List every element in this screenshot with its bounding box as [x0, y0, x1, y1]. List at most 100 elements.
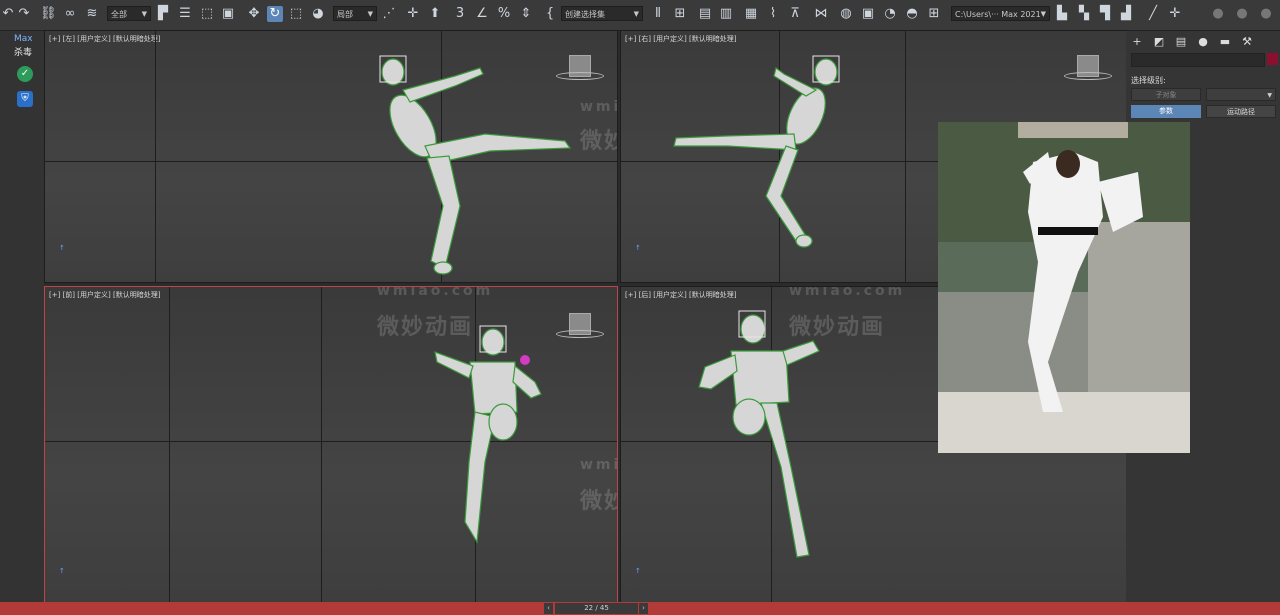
render-frame-icon[interactable]: ◔: [882, 6, 898, 22]
move-icon[interactable]: ✥: [246, 6, 262, 22]
viewport-menu-button[interactable]: [+]: [625, 35, 636, 43]
viewport-lighting-button[interactable]: [默认明暗处理]: [689, 35, 736, 43]
curve-editor-icon[interactable]: ⌇: [765, 6, 781, 22]
place-icon[interactable]: ◕: [310, 6, 326, 22]
modify-tab-icon[interactable]: ◩: [1151, 34, 1167, 50]
scale-icon[interactable]: ⬚: [288, 6, 304, 22]
unlink-icon[interactable]: ∞: [62, 6, 78, 22]
create-tab-icon[interactable]: +: [1129, 34, 1145, 50]
viewport-shading-button[interactable]: [用户定义]: [653, 291, 686, 299]
character-rig-front[interactable]: [425, 322, 545, 572]
undo-icon[interactable]: ↶: [0, 6, 16, 22]
project-path-dropdown[interactable]: C:\Users\··· Max 2021 ▼: [951, 6, 1050, 21]
snaps-toggle-icon[interactable]: 3: [452, 6, 468, 22]
select-manipulate-icon[interactable]: ⬆: [427, 6, 443, 22]
circle-icon[interactable]: ●: [1258, 6, 1274, 22]
named-selection-set-dropdown[interactable]: 创建选择集 ▼: [561, 6, 643, 21]
project-folder-icon[interactable]: ▙: [1054, 6, 1070, 22]
brush-icon[interactable]: ╱: [1145, 6, 1161, 22]
viewport-view-button[interactable]: [前]: [63, 291, 75, 299]
viewport-lighting-button[interactable]: [默认明暗处理]: [113, 291, 160, 299]
axis-gizmo: ↑: [59, 244, 65, 252]
watermark-brand: 微妙动画: [789, 315, 886, 340]
angle-snap-icon[interactable]: ∠: [474, 6, 490, 22]
window-crossing-icon[interactable]: ▣: [220, 6, 236, 22]
frame-counter[interactable]: 22 / 45: [555, 603, 638, 614]
hierarchy-tab-icon[interactable]: ▤: [1173, 34, 1189, 50]
spinner-snap-icon[interactable]: ⇕: [518, 6, 534, 22]
sub-object-dropdown[interactable]: ▼: [1206, 88, 1276, 101]
object-name-field[interactable]: [1131, 53, 1265, 67]
open-folder-icon[interactable]: ▚: [1076, 6, 1092, 22]
params-button[interactable]: 参数: [1131, 105, 1201, 118]
viewport-label: [+] [右] [用户定义] [默认明暗处理]: [625, 34, 736, 44]
viewport-shading-button[interactable]: [用户定义]: [77, 291, 110, 299]
align-icon[interactable]: ⊞: [672, 6, 688, 22]
named-selection-value: 创建选择集: [565, 10, 605, 19]
character-rig-left[interactable]: [365, 46, 595, 276]
render-grid-icon[interactable]: ⊞: [926, 6, 942, 22]
display-tab-icon[interactable]: ▬: [1217, 34, 1233, 50]
viewport-shading-button[interactable]: [用户定义]: [653, 35, 686, 43]
viewport-view-button[interactable]: [右]: [639, 35, 651, 43]
render-setup-icon[interactable]: ▣: [860, 6, 876, 22]
select-object-icon[interactable]: ▛: [155, 6, 171, 22]
character-rig-right[interactable]: [666, 46, 896, 276]
viewport-front[interactable]: [+] [前] [用户定义] [默认明暗处理] ↑ wmiao.com 微妙动画…: [44, 286, 618, 604]
workspace-icon[interactable]: ▟: [1118, 6, 1134, 22]
utilities-tab-icon[interactable]: ⚒: [1239, 34, 1255, 50]
select-by-name-icon[interactable]: ☰: [177, 6, 193, 22]
viewcube-ring[interactable]: [556, 330, 604, 338]
scene-explorer-icon[interactable]: ▦: [743, 6, 759, 22]
grid-line: [155, 31, 156, 282]
redo-icon[interactable]: ↷: [16, 6, 32, 22]
viewport-shading-button[interactable]: [用户定义]: [77, 35, 110, 43]
mirror-icon[interactable]: ⫴: [650, 6, 666, 22]
antivirus-check-icon[interactable]: ✓: [17, 66, 33, 82]
link-icon[interactable]: ⛓: [40, 6, 57, 22]
dope-sheet-icon[interactable]: ⊼: [787, 6, 803, 22]
material-editor-icon[interactable]: ◍: [838, 6, 854, 22]
viewport-view-button[interactable]: [左]: [63, 35, 75, 43]
rotate-icon[interactable]: ↻: [267, 6, 283, 22]
motion-path-button[interactable]: 运动路径: [1206, 105, 1276, 118]
percent-snap-icon[interactable]: %: [496, 6, 512, 22]
grid-line: [169, 287, 170, 603]
rectangular-selection-icon[interactable]: ⬚: [199, 6, 215, 22]
selection-level-label: 选择级别:: [1131, 76, 1166, 85]
next-frame-button[interactable]: ›: [639, 603, 648, 614]
selection-filter-dropdown[interactable]: 全部 ▼: [107, 6, 151, 21]
viewport-lighting-button[interactable]: [默认明暗处理]: [689, 291, 736, 299]
viewcube-ring[interactable]: [1064, 72, 1112, 80]
shield-icon[interactable]: ⛨: [17, 91, 33, 107]
reference-coordinate-dropdown[interactable]: 局部 ▼: [333, 6, 377, 21]
sub-object-button[interactable]: 子对象: [1131, 88, 1201, 101]
viewport-lighting-button[interactable]: [默认明暗处理]: [113, 35, 160, 43]
object-color-swatch[interactable]: [1267, 53, 1278, 65]
crosshair-icon[interactable]: ✛: [1167, 6, 1183, 22]
bind-spacewarp-icon[interactable]: ≋: [84, 6, 100, 22]
viewport-menu-button[interactable]: [+]: [625, 291, 636, 299]
circle-icon[interactable]: ●: [1210, 6, 1226, 22]
toggle-ribbon-icon[interactable]: ▥: [718, 6, 734, 22]
pivot-center-icon[interactable]: ⋰: [381, 6, 397, 22]
motion-tab-icon[interactable]: ●: [1195, 34, 1211, 50]
watermark-brand: 微妙动画: [580, 129, 617, 154]
viewport-menu-button[interactable]: [+]: [49, 35, 60, 43]
chevron-down-icon: ▼: [1267, 92, 1272, 99]
viewport-view-button[interactable]: [后]: [639, 291, 651, 299]
viewport-label: [+] [后] [用户定义] [默认明暗处理]: [625, 290, 736, 300]
circle-icon[interactable]: ●: [1234, 6, 1250, 22]
render-production-icon[interactable]: ◓: [904, 6, 920, 22]
watermark-brand: 微妙动画: [580, 489, 617, 514]
keyboard-shortcut-override-icon[interactable]: ✛: [405, 6, 421, 22]
viewport-left[interactable]: [+] [左] [用户定义] [默认明暗处理] ↑ wmiao.com 微妙动画: [44, 30, 618, 283]
watermark-url: wmiao.com: [377, 286, 494, 299]
prev-frame-button[interactable]: ‹: [544, 603, 553, 614]
schematic-view-icon[interactable]: ⋈: [813, 6, 829, 22]
edit-named-selection-icon[interactable]: {: [542, 6, 558, 22]
viewport-menu-button[interactable]: [+]: [49, 291, 60, 299]
character-rig-back[interactable]: [691, 307, 831, 577]
layer-explorer-icon[interactable]: ▤: [697, 6, 713, 22]
save-folder-icon[interactable]: ▜: [1097, 6, 1113, 22]
